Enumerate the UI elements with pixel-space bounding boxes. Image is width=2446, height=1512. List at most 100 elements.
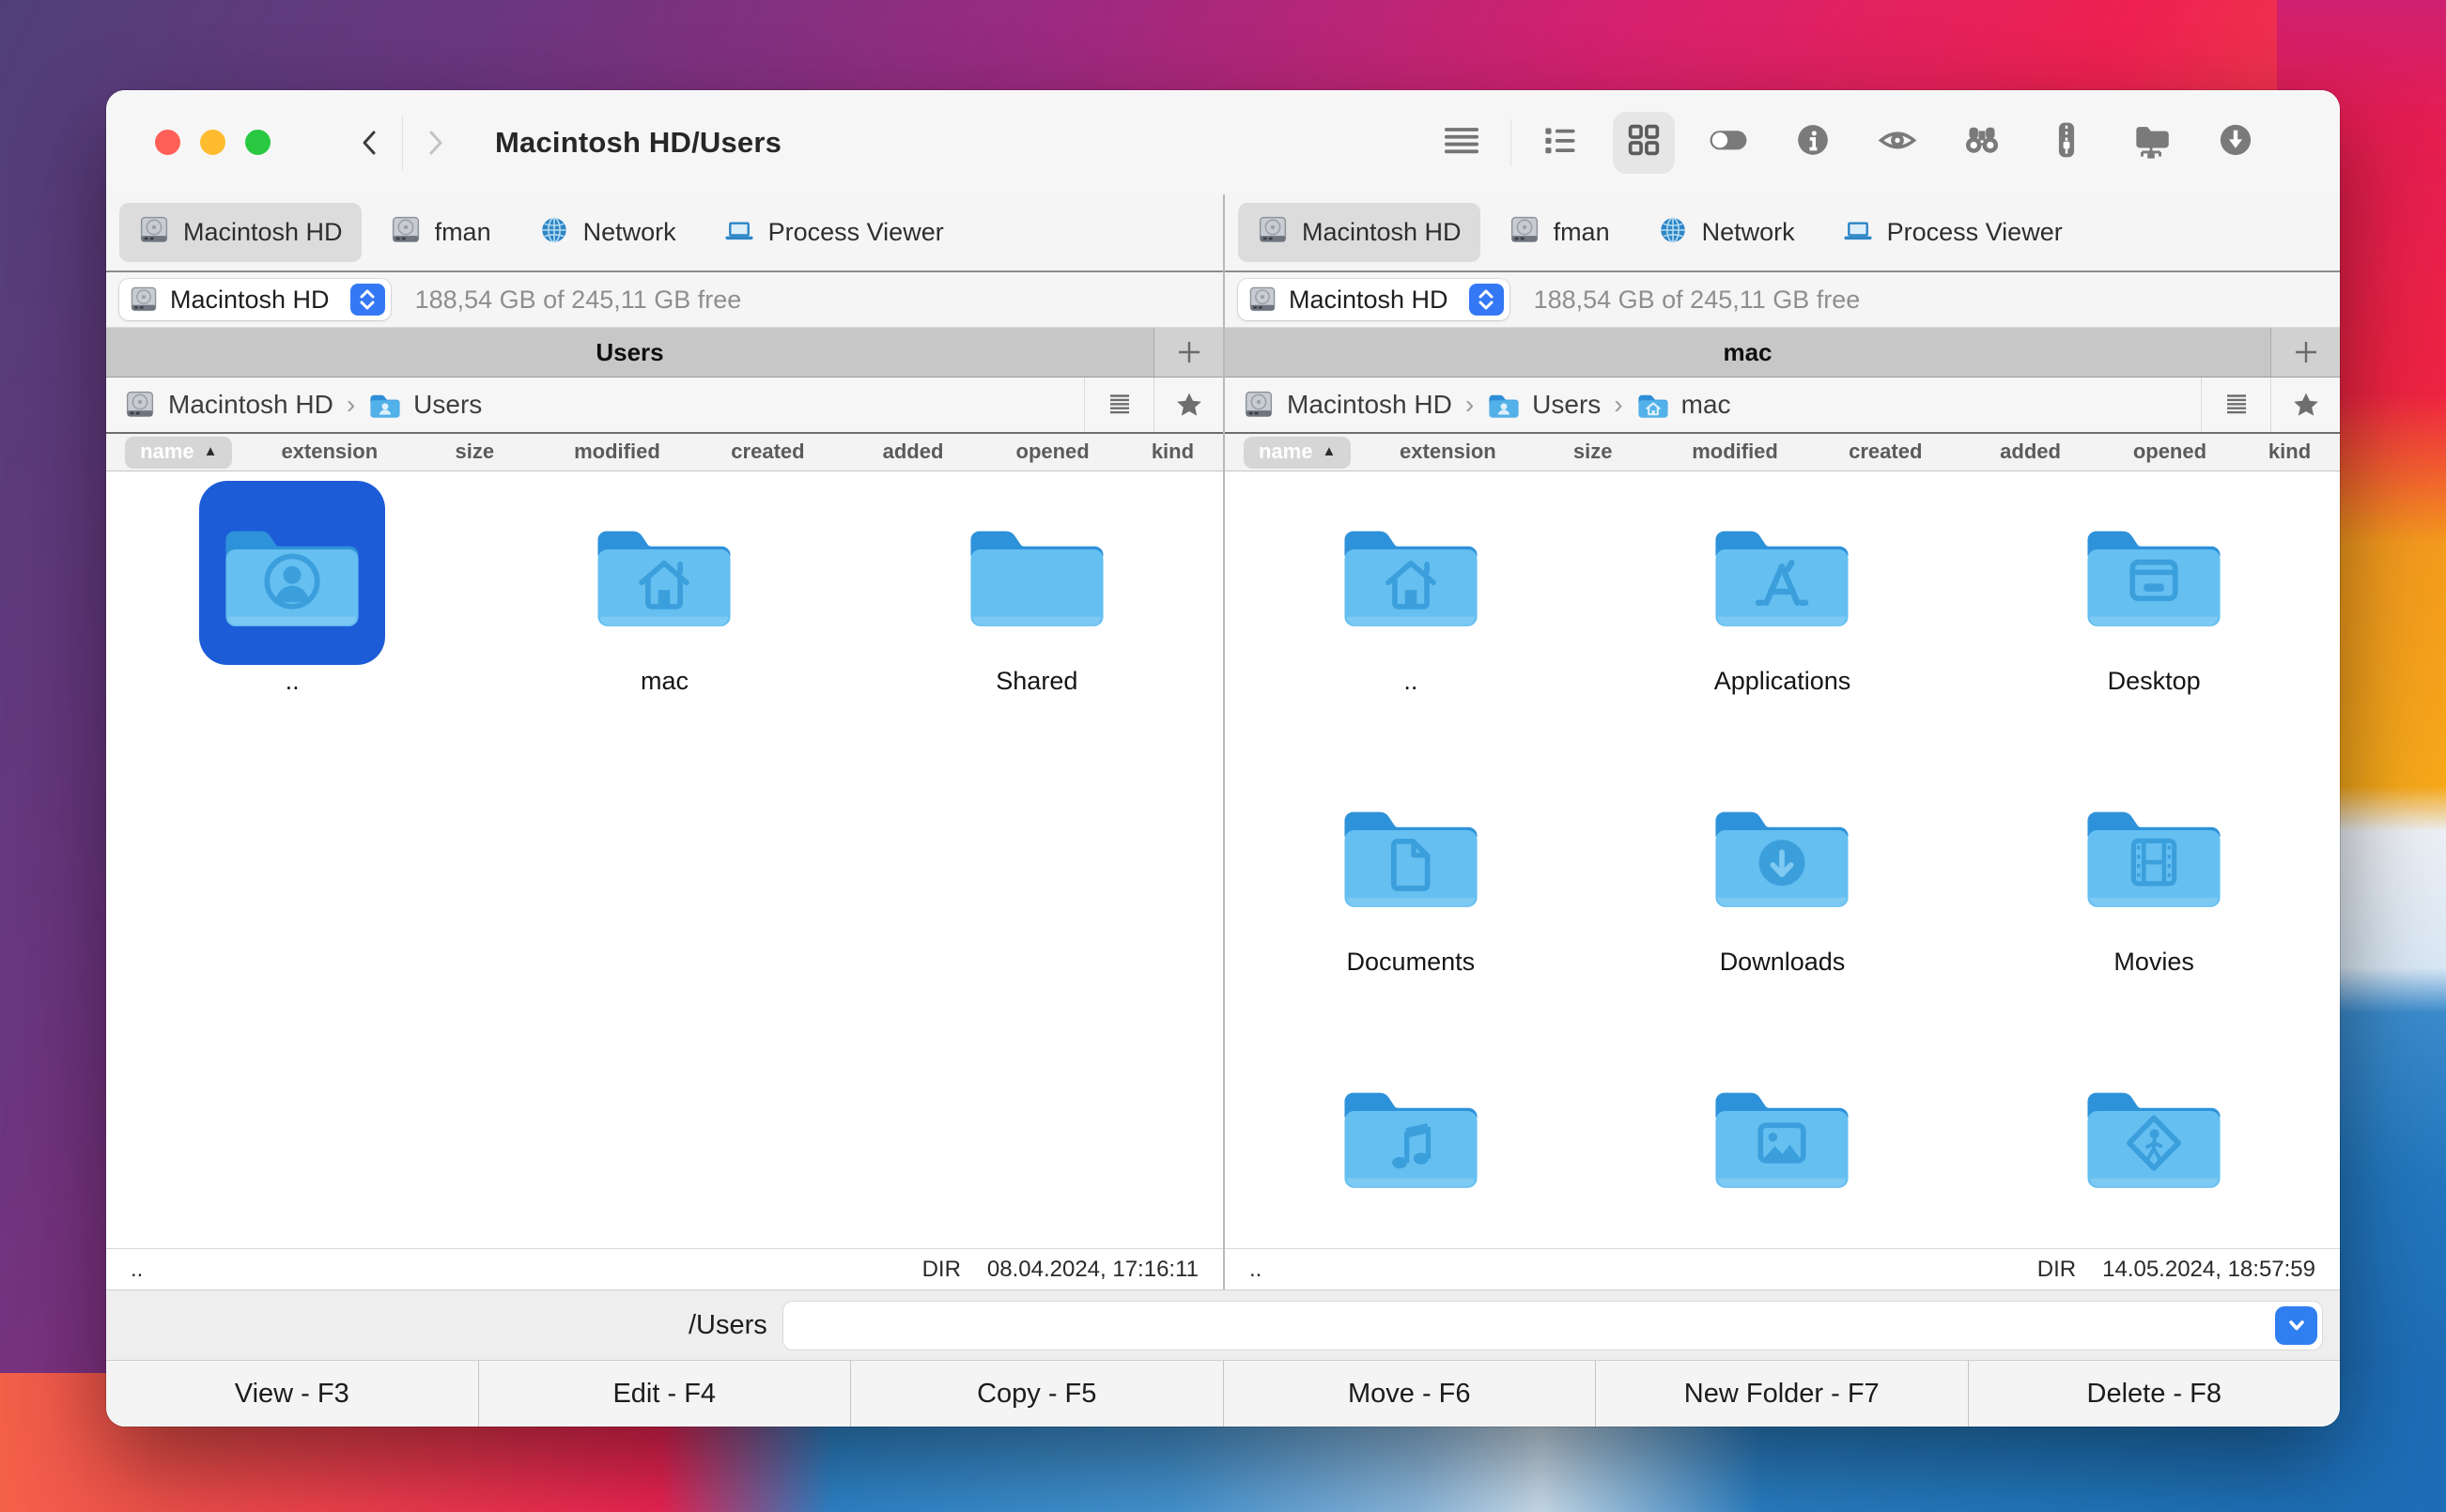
folder-tab[interactable]: Users (106, 328, 1153, 377)
traffic-light-button[interactable] (245, 130, 271, 155)
right-breadcrumb-row: › Macintosh HD › Users › (1225, 378, 2340, 434)
forward-button[interactable] (414, 115, 456, 171)
pane-tab[interactable]: Process Viewer (1823, 203, 2082, 262)
toolbar (1431, 112, 2267, 174)
right-column-headers: name▲ extension size modified (1225, 434, 2340, 471)
new-tab-button[interactable] (2270, 328, 2340, 377)
column-header[interactable]: size (1525, 437, 1659, 469)
folder-music-icon (1334, 1072, 1488, 1196)
column-header[interactable]: created (692, 437, 844, 469)
toolbar-button[interactable] (1613, 112, 1675, 174)
binoculars-icon (1961, 119, 2003, 165)
column-header[interactable]: name▲ (106, 437, 252, 469)
toolbar-button[interactable] (2036, 112, 2098, 174)
file-item[interactable] (1318, 1042, 1504, 1248)
drive-dropdown-icon[interactable] (350, 284, 385, 316)
pane-tab[interactable]: fman (1490, 203, 1629, 262)
file-item[interactable]: .. (1318, 481, 1504, 762)
toolbar-button[interactable] (2120, 112, 2182, 174)
toolbar-button[interactable] (1951, 112, 2013, 174)
file-item[interactable]: Downloads (1689, 762, 1875, 1042)
column-header[interactable]: size (408, 437, 542, 469)
pane-tab[interactable]: Network (519, 203, 695, 262)
function-button[interactable]: Copy - F5 (851, 1361, 1224, 1427)
toolbar-button[interactable] (1528, 112, 1590, 174)
traffic-light-button[interactable] (200, 130, 225, 155)
breadcrumb-separator: › (1614, 390, 1622, 420)
column-header[interactable]: opened (983, 437, 1122, 469)
toolbar-button[interactable] (1782, 112, 1844, 174)
list-options-button[interactable] (1084, 378, 1153, 432)
breadcrumb-item[interactable]: › Users (333, 389, 482, 421)
column-header[interactable]: opened (2100, 437, 2239, 469)
back-button[interactable] (349, 115, 391, 171)
file-item[interactable]: Shared (944, 481, 1130, 762)
pane-tab[interactable]: fman (371, 203, 510, 262)
function-button[interactable]: Edit - F4 (479, 1361, 852, 1427)
toolbar-button[interactable] (2205, 112, 2267, 174)
column-header[interactable]: kind (1122, 437, 1223, 469)
column-header[interactable]: added (844, 437, 983, 469)
column-header[interactable]: name▲ (1225, 437, 1370, 469)
breadcrumb-item[interactable]: › mac (1601, 389, 1730, 421)
function-button[interactable]: New Folder - F7 (1596, 1361, 1969, 1427)
file-item[interactable]: Desktop (2061, 481, 2247, 762)
pane-tab[interactable]: Network (1638, 203, 1814, 262)
favorites-star-button[interactable] (1153, 378, 1223, 432)
file-item[interactable]: Applications (1689, 481, 1875, 762)
column-header[interactable]: modified (542, 437, 693, 469)
drive-selector[interactable]: Macintosh HD (119, 279, 391, 320)
breadcrumb-item[interactable]: › Users (1452, 389, 1601, 421)
traffic-light-button[interactable] (155, 130, 180, 155)
file-icon-selection (1318, 481, 1504, 665)
window-controls (155, 130, 271, 155)
column-header[interactable]: kind (2239, 437, 2340, 469)
breadcrumb: › Macintosh HD › Users › (1225, 378, 2201, 432)
toolbar-button[interactable] (1697, 112, 1759, 174)
column-header[interactable]: added (1960, 437, 2099, 469)
pane-tab[interactable]: Process Viewer (704, 203, 963, 262)
pane-tab[interactable]: Macintosh HD (119, 203, 362, 262)
folder-users-icon (368, 389, 402, 421)
new-tab-button[interactable] (1153, 328, 1223, 377)
file-item[interactable]: Documents (1318, 762, 1504, 1042)
right-drive-row: Macintosh HD 188,54 GB of 245,11 GB free (1225, 272, 2340, 328)
list-options-button[interactable] (2201, 378, 2270, 432)
file-icon-selection (2061, 481, 2247, 665)
column-header[interactable]: modified (1660, 437, 1810, 469)
folder-tab[interactable]: mac (1225, 328, 2270, 377)
drive-name: Macintosh HD (1289, 285, 1458, 315)
column-header[interactable]: extension (252, 437, 408, 469)
right-file-grid: .. Applications Desktop (1225, 471, 2340, 1248)
nav-divider (402, 116, 403, 170)
pane-tab[interactable]: Macintosh HD (1238, 203, 1480, 262)
file-item[interactable]: Movies (2061, 762, 2247, 1042)
window-title: Macintosh HD/Users (495, 126, 782, 160)
left-breadcrumb-row: › Macintosh HD › Users (106, 378, 1223, 434)
file-item[interactable]: .. (199, 481, 385, 762)
command-history-button[interactable] (2275, 1306, 2317, 1345)
toolbar-button[interactable] (1431, 112, 1493, 174)
column-header[interactable]: extension (1370, 437, 1525, 469)
function-button[interactable]: Delete - F8 (1969, 1361, 2341, 1427)
status-kind: DIR (2037, 1257, 2076, 1283)
command-input[interactable] (782, 1301, 2323, 1350)
favorites-star-button[interactable] (2270, 378, 2340, 432)
status-selected-name: .. (1249, 1257, 1262, 1283)
eye-icon (1877, 119, 1918, 165)
breadcrumb-item[interactable]: › Macintosh HD (123, 389, 333, 421)
column-header[interactable]: created (1810, 437, 1960, 469)
download-icon (2215, 119, 2256, 165)
toolbar-button[interactable] (1866, 112, 1928, 174)
grid-view-icon (1623, 119, 1664, 165)
file-item[interactable]: mac (571, 481, 757, 762)
file-item[interactable] (1689, 1042, 1875, 1248)
function-button[interactable]: View - F3 (106, 1361, 479, 1427)
drive-dropdown-icon[interactable] (1469, 284, 1504, 316)
left-drive-row: Macintosh HD 188,54 GB of 245,11 GB free (106, 272, 1223, 328)
file-item[interactable] (2061, 1042, 2247, 1248)
function-button[interactable]: Move - F6 (1224, 1361, 1597, 1427)
file-icon-selection (1318, 762, 1504, 946)
breadcrumb-item[interactable]: › Macintosh HD (1242, 389, 1452, 421)
drive-selector[interactable]: Macintosh HD (1238, 279, 1509, 320)
